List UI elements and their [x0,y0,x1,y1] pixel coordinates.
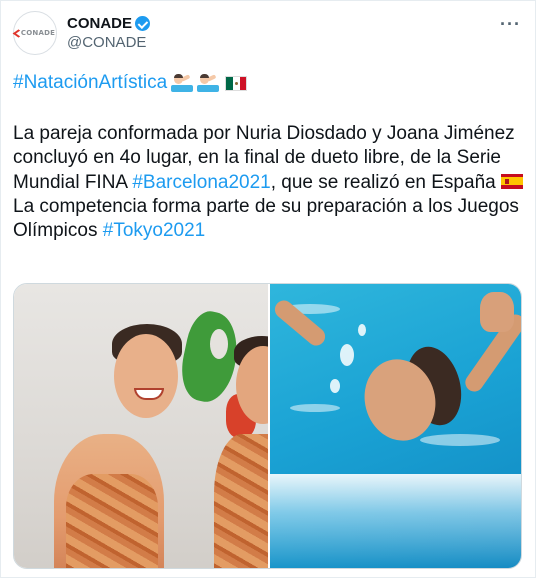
display-name-row[interactable]: CONADE [67,14,151,33]
water-splash [330,379,340,393]
water-ripple [290,404,340,412]
more-options-icon[interactable]: ··· [500,15,521,33]
spain-flag-icon [500,173,523,189]
swimmer-face [114,334,178,418]
water-ripple [420,434,500,446]
swimmer-hand [480,292,514,332]
hashtag-link-nataciona[interactable]: #NataciónArtística [13,70,167,96]
tweet-paragraph-1: La pareja conformada por Nuria Diosdado … [13,122,525,195]
tweet-text-segment: La competencia forma parte de su prepara… [13,195,519,242]
hashtag-link-barcelona2021[interactable]: #Barcelona2021 [132,172,270,193]
hashtag-link-tokyo2021[interactable]: #Tokyo2021 [103,220,205,241]
verified-badge-icon [135,16,151,31]
user-handle[interactable]: @CONADE [67,33,150,53]
tweet-text-segment: , que se realizó en España [270,171,501,193]
swimmer-in-pool-photo[interactable] [270,284,521,568]
display-name[interactable]: CONADE [67,14,132,33]
person-swimming-icon [197,73,220,93]
swimsuit [214,434,268,568]
water-foam [270,474,521,568]
avatar[interactable]: CONADE [13,11,57,55]
water-splash [358,324,366,336]
mexico-flag-icon [225,75,248,91]
background-logo-shape [210,329,228,359]
tweet-paragraph-2: La competencia forma parte de su prepara… [13,195,525,244]
tweet-header: CONADE CONADE @CONADE ··· [13,11,525,57]
media-grid[interactable] [13,283,522,569]
water-splash [340,344,354,366]
hashtag-line: #NataciónArtística [13,70,248,96]
avatar-logo-text: CONADE [15,29,55,37]
swimmers-podium-photo[interactable] [14,284,268,568]
swimsuit [66,474,158,568]
tweet-card[interactable]: CONADE CONADE @CONADE ··· #NataciónArtís… [0,0,536,578]
tweet-text: La pareja conformada por Nuria Diosdado … [13,122,525,243]
person-swimming-icon [171,73,194,93]
author-info[interactable]: CONADE @CONADE [67,14,151,53]
